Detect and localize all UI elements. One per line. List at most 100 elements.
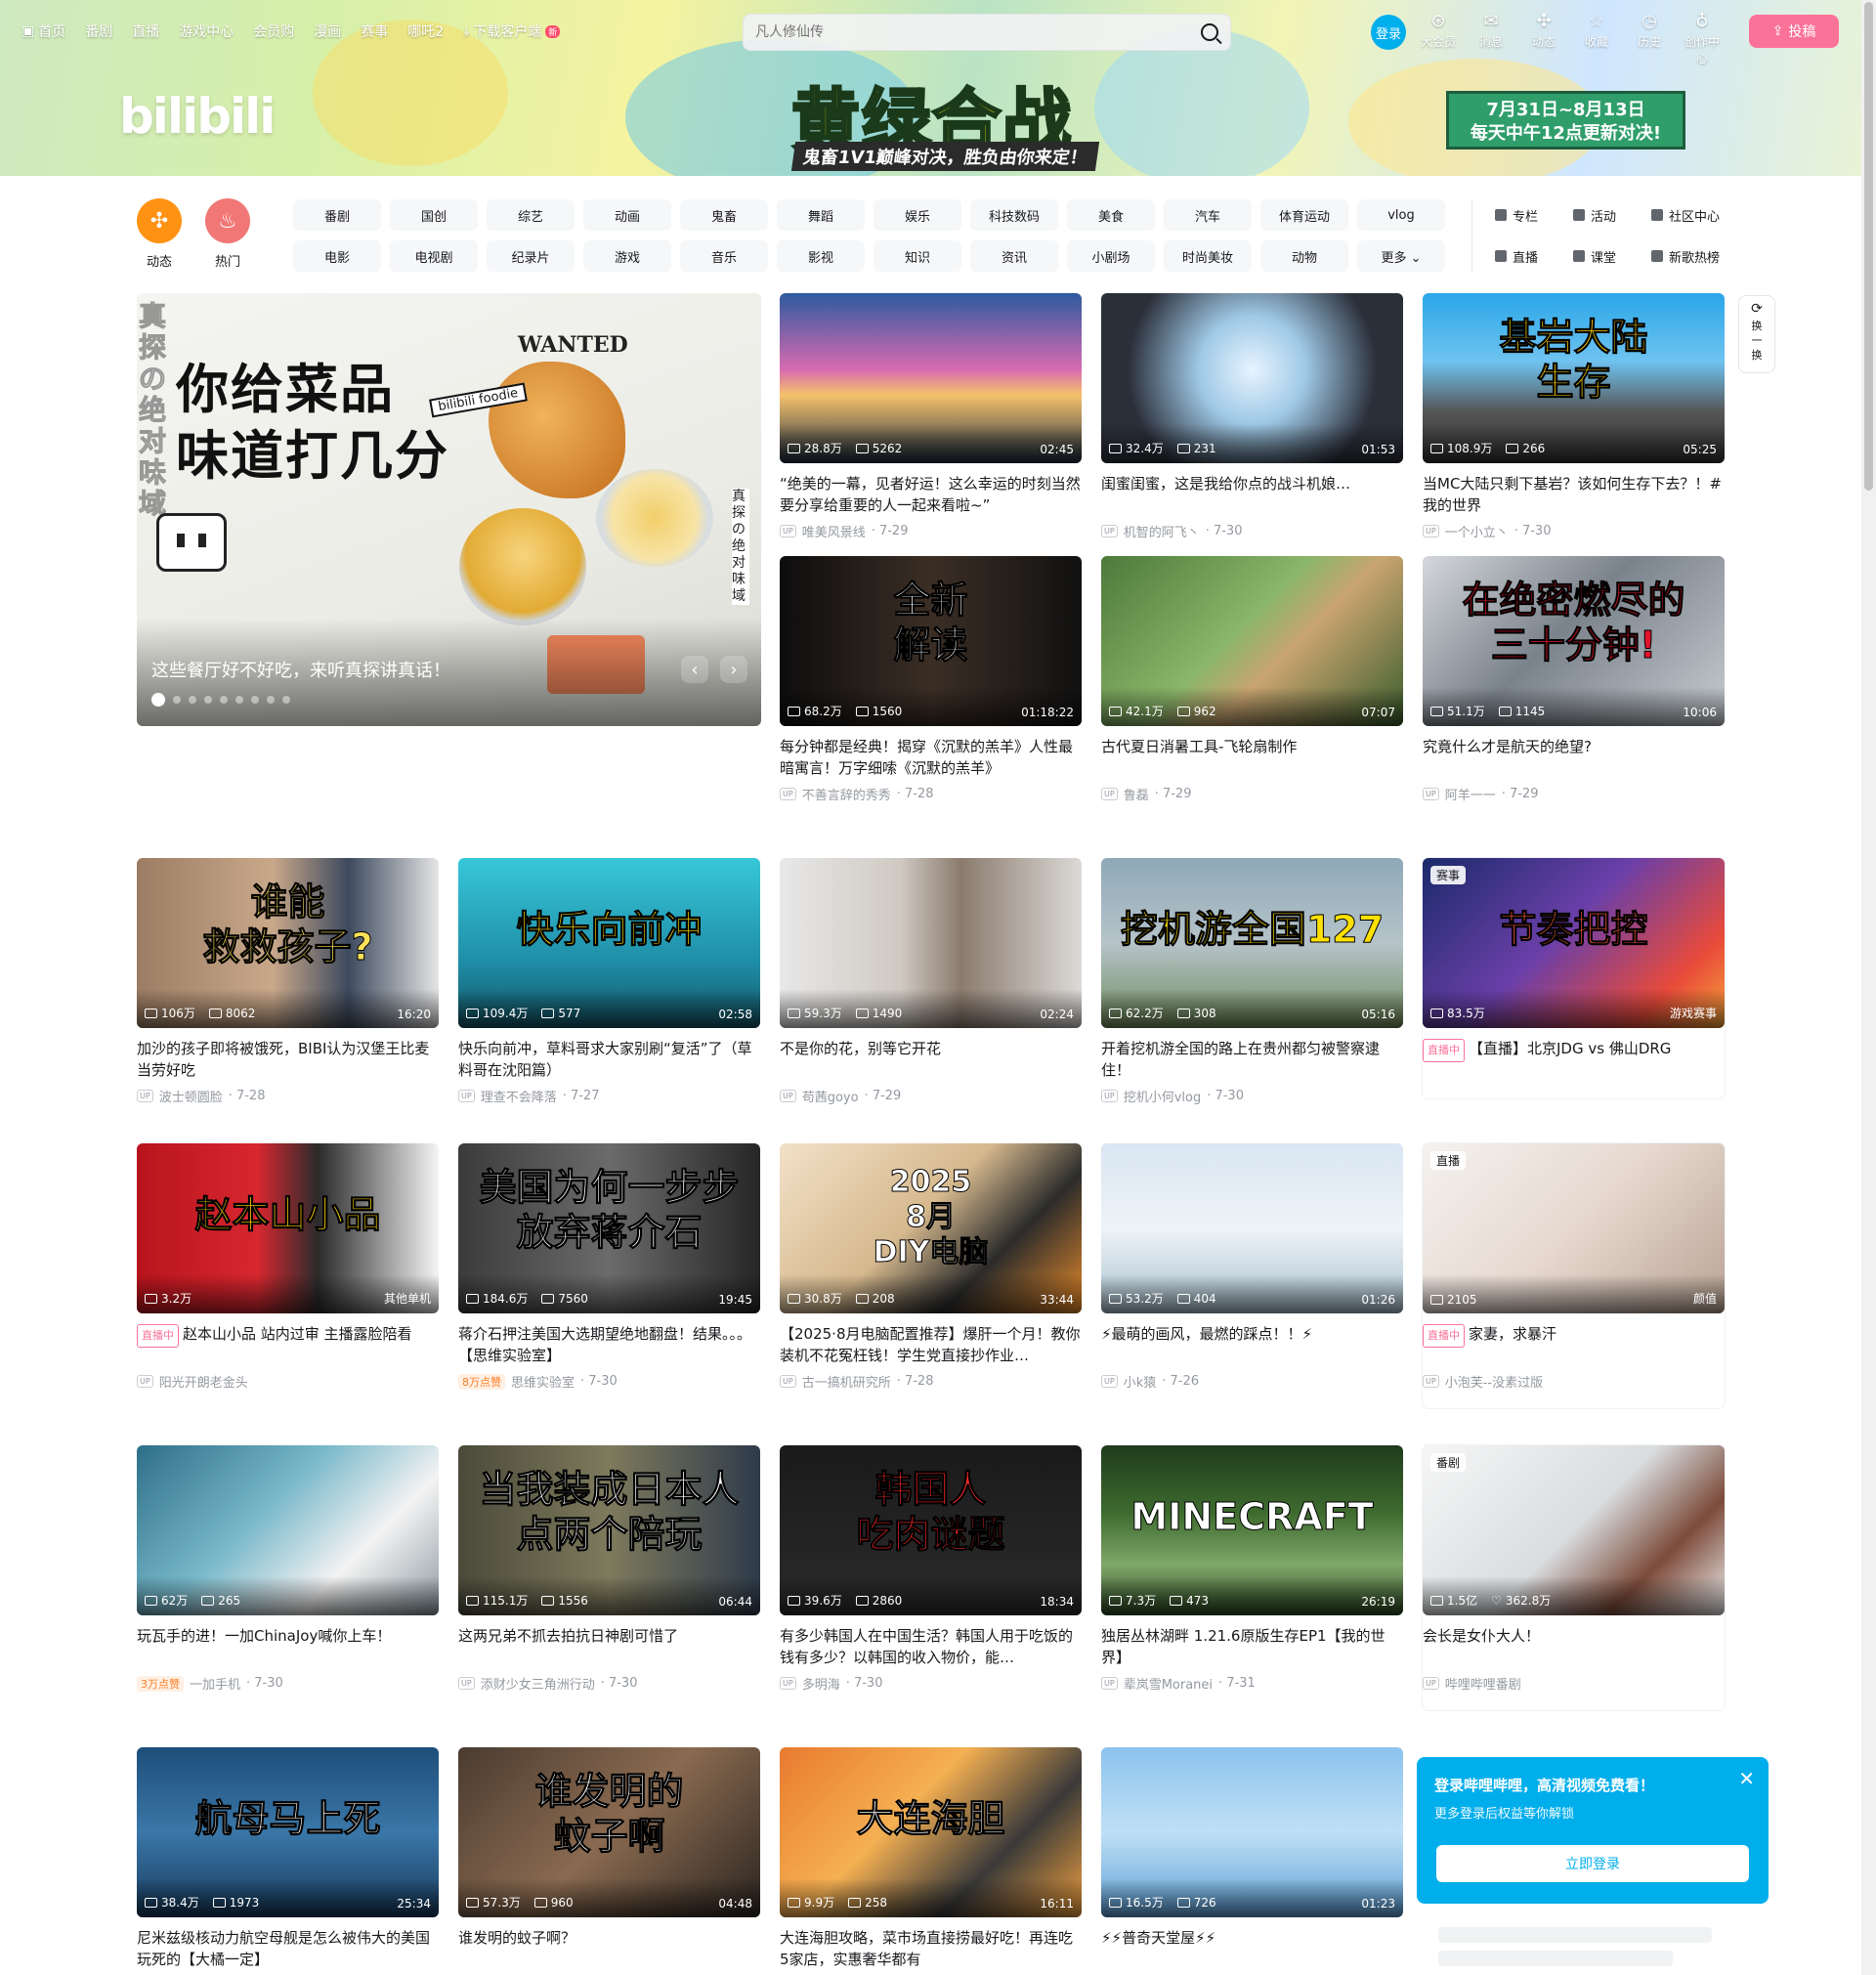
video-card[interactable]: 节奏把控 赛事 83.5万 游戏赛事直播中 【直播】北京JDG vs 佛山DRG xyxy=(1423,858,1725,1098)
uploader-name[interactable]: 机智的阿飞丶 xyxy=(1124,522,1200,540)
channel-item[interactable]: 娱乐 xyxy=(874,199,961,231)
bilibili-logo[interactable]: bilibili xyxy=(119,88,276,145)
video-thumbnail[interactable]: 2025 8月 DIY电脑 30.8万 208 33:44 xyxy=(780,1143,1082,1313)
nav-dynamic[interactable]: ✣ 动态 xyxy=(1524,12,1563,66)
channel-extra-item[interactable]: 课堂 xyxy=(1573,240,1651,272)
carousel-dot[interactable] xyxy=(282,696,290,704)
video-card[interactable]: 航母马上死 38.4万 1973 25:34 尼米兹级核动力航空母舰是怎么被伟大的美国玩… xyxy=(137,1747,439,1970)
video-card[interactable]: 当我装成日本人 点两个陪玩 115.1万 1556 06:44 这两兄弟不抓去拍抗日神剧可… xyxy=(458,1445,760,1693)
carousel-dot[interactable] xyxy=(151,693,165,707)
uploader-name[interactable]: 挖机小何vlog xyxy=(1124,1087,1202,1105)
nav-home[interactable]: ▣ 首页 xyxy=(21,21,65,41)
video-title[interactable]: 加沙的孩子即将被饿死，BIBI认为汉堡王比麦当劳好吃 xyxy=(137,1038,439,1081)
uploader-name[interactable]: 哔哩哔哩番剧 xyxy=(1445,1674,1521,1693)
channel-item[interactable]: 电影 xyxy=(293,240,381,272)
video-card[interactable]: 在绝密燃尽的 三十分钟! 51.1万 1145 10:06 究竟什么才是航天的绝望? UP 阿… xyxy=(1423,556,1725,803)
search-icon[interactable] xyxy=(1201,23,1218,41)
channel-item[interactable]: 小剧场 xyxy=(1067,240,1155,272)
uploader-name[interactable]: 多明海 xyxy=(802,1674,840,1693)
uploader-name[interactable]: 阳光开朗老金头 xyxy=(159,1372,248,1391)
scrollbar[interactable] xyxy=(1861,0,1876,1975)
uploader-name[interactable]: 理查不会降落 xyxy=(481,1087,557,1105)
video-title[interactable]: 玩瓦手的进！一加ChinaJoy喊你上车！ xyxy=(137,1625,439,1668)
video-thumbnail[interactable]: 航母马上死 38.4万 1973 25:34 xyxy=(137,1747,439,1917)
video-card[interactable]: 62万 265 玩瓦手的进！一加ChinaJoy喊你上车！ 3万点赞 一加手机 · 7-3… xyxy=(137,1445,439,1693)
video-title[interactable]: 直播中 【直播】北京JDG vs 佛山DRG xyxy=(1423,1038,1725,1081)
channel-item[interactable]: 动画 xyxy=(583,199,671,231)
video-card[interactable]: 挖机游全国127 62.2万 308 05:16 开着挖机游全国的路上在贵州都匀被警察逮… xyxy=(1101,858,1403,1105)
uploader-name[interactable]: 苟茜goyo xyxy=(802,1087,859,1105)
video-card[interactable]: 2025 8月 DIY电脑 30.8万 208 33:44 【2025·8月电脑配置推荐】爆… xyxy=(780,1143,1082,1391)
video-title[interactable]: 有多少韩国人在中国生活？韩国人用于吃饭的钱有多少？以韩国的收入物价，能… xyxy=(780,1625,1082,1668)
channel-item[interactable]: 体育运动 xyxy=(1260,199,1348,231)
video-card[interactable]: 番剧 1.5亿 ♡ 362.8万 会长是女仆大人！ UP 哔哩哔哩番剧 xyxy=(1423,1445,1725,1710)
video-title[interactable]: 每分钟都是经典！揭穿《沉默的羔羊》人性最暗寓言！万字细嗦《沉默的羔羊》 xyxy=(780,736,1082,779)
nav-favorite[interactable]: ☆ 收藏 xyxy=(1577,12,1616,66)
video-title[interactable]: ⚡最萌的画风，最燃的踩点！！⚡ xyxy=(1101,1323,1403,1366)
carousel-dot[interactable] xyxy=(204,696,212,704)
channel-item[interactable]: 动物 xyxy=(1260,240,1348,272)
channel-item[interactable]: 电视剧 xyxy=(390,240,478,272)
uploader-name[interactable]: 一加手机 xyxy=(190,1674,240,1693)
channel-item[interactable]: 时尚美妆 xyxy=(1164,240,1252,272)
video-thumbnail[interactable]: 节奏把控 赛事 83.5万 游戏赛事 xyxy=(1423,858,1725,1028)
video-thumbnail[interactable]: 在绝密燃尽的 三十分钟! 51.1万 1145 10:06 xyxy=(1423,556,1725,726)
nav-live[interactable]: 直播 xyxy=(132,21,159,41)
video-title[interactable]: 谁发明的蚊子啊？ xyxy=(458,1927,760,1970)
video-title[interactable]: 这两兄弟不抓去拍抗日神剧可惜了 xyxy=(458,1625,760,1668)
video-title[interactable]: 开着挖机游全国的路上在贵州都匀被警察逮住！ xyxy=(1101,1038,1403,1081)
nav-message[interactable]: ✉ 消息 xyxy=(1471,12,1511,66)
video-title[interactable]: “绝美的一幕，见者好运！这么幸运的时刻当然要分享给重要的人一起来看啦~” xyxy=(780,473,1082,516)
channel-dynamic[interactable]: ✣ 动态 xyxy=(137,198,182,270)
video-card[interactable]: 直播 2105 颜值 直播中 家妻，求暴汗 UP 小泡芙--没素过版 xyxy=(1423,1143,1725,1408)
nav-game-center[interactable]: 游戏中心 xyxy=(179,21,234,41)
channel-item[interactable]: 鬼畜 xyxy=(680,199,768,231)
video-title[interactable]: 会长是女仆大人！ xyxy=(1423,1625,1725,1668)
upload-button[interactable]: ⇪ 投稿 xyxy=(1749,15,1839,48)
carousel-dot[interactable] xyxy=(173,696,181,704)
video-title[interactable]: ⚡⚡普奇天堂屋⚡⚡ xyxy=(1101,1927,1403,1970)
uploader-name[interactable]: 唯美风景线 xyxy=(802,522,866,540)
carousel-dot[interactable] xyxy=(220,696,228,704)
channel-item[interactable]: 资讯 xyxy=(970,240,1058,272)
video-thumbnail[interactable]: 基岩大陆 生存 108.9万 266 05:25 xyxy=(1423,293,1725,463)
video-card[interactable]: 59.3万 1490 02:24 不是你的花，别等它开花 UP 苟茜goyo · 7-29 xyxy=(780,858,1082,1105)
video-thumbnail[interactable]: MINECRAFT 7.3万 473 26:19 xyxy=(1101,1445,1403,1615)
channel-item[interactable]: 科技数码 xyxy=(970,199,1058,231)
channel-item[interactable]: 综艺 xyxy=(487,199,575,231)
video-card[interactable]: MINECRAFT 7.3万 473 26:19 独居丛林湖畔 1.21.6原版生存EP… xyxy=(1101,1445,1403,1693)
video-card[interactable]: 赵本山小品 3.2万 其他单机 直播中 赵本山小品 站内过审 主播露脸陪看 UP 阳光开朗老… xyxy=(137,1143,439,1391)
channel-item[interactable]: 纪录片 xyxy=(487,240,575,272)
video-card[interactable]: 53.2万 404 01:26 ⚡最萌的画风，最燃的踩点！！⚡ UP 小k猿 · 7-26 xyxy=(1101,1143,1403,1391)
uploader-name[interactable]: 思维实验室 xyxy=(511,1372,575,1391)
channel-extra-item[interactable]: 直播 xyxy=(1495,240,1573,272)
video-thumbnail[interactable]: 韩国人 吃肉谜题 39.6万 2860 18:34 xyxy=(780,1445,1082,1615)
video-thumbnail[interactable]: 62万 265 xyxy=(137,1445,439,1615)
video-card[interactable]: 大连海胆 9.9万 258 16:11 大连海胆攻略，菜市场直接捞最好吃！再连吃5家店，… xyxy=(780,1747,1082,1970)
channel-item[interactable]: 汽车 xyxy=(1164,199,1252,231)
video-title[interactable]: 究竟什么才是航天的绝望? xyxy=(1423,736,1725,779)
nav-manga[interactable]: 漫画 xyxy=(314,21,341,41)
video-thumbnail[interactable]: 全新 解读 68.2万 1560 01:18:22 xyxy=(780,556,1082,726)
video-thumbnail[interactable]: 32.4万 231 01:53 xyxy=(1101,293,1403,463)
video-card[interactable]: 42.1万 962 07:07 古代夏日消暑工具-飞轮扇制作 UP 鲁磊 · 7-29 xyxy=(1101,556,1403,803)
carousel-next-button[interactable]: › xyxy=(720,656,747,683)
uploader-name[interactable]: 小k猿 xyxy=(1124,1372,1157,1391)
channel-item[interactable]: 更多 ⌄ xyxy=(1357,240,1445,272)
video-title[interactable]: 大连海胆攻略，菜市场直接捞最好吃！再连吃5家店，实惠奢华都有 xyxy=(780,1927,1082,1970)
nav-nezha[interactable]: 哪吒2 xyxy=(407,21,444,41)
carousel-dot[interactable] xyxy=(235,696,243,704)
video-thumbnail[interactable]: 大连海胆 9.9万 258 16:11 xyxy=(780,1747,1082,1917)
video-title[interactable]: 闺蜜闺蜜，这是我给你点的战斗机娘… xyxy=(1101,473,1403,516)
video-card[interactable]: 全新 解读 68.2万 1560 01:18:22 每分钟都是经典！揭穿《沉默的羔羊》人性… xyxy=(780,556,1082,803)
uploader-name[interactable]: 辈岚雪Moranei xyxy=(1124,1674,1213,1693)
video-thumbnail[interactable]: 直播 2105 颜值 xyxy=(1423,1143,1725,1313)
video-card[interactable]: 16.5万 726 01:23 ⚡⚡普奇天堂屋⚡⚡ xyxy=(1101,1747,1403,1970)
search-bar[interactable] xyxy=(743,14,1231,51)
video-title[interactable]: 当MC大陆只剩下基岩？该如何生存下去？！#我的世界 xyxy=(1423,473,1725,516)
uploader-name[interactable]: 一个小立丶 xyxy=(1445,522,1509,540)
close-icon[interactable]: ✕ xyxy=(1738,1767,1755,1790)
uploader-name[interactable]: 阿羊一一 xyxy=(1445,785,1496,803)
channel-extra-item[interactable]: 活动 xyxy=(1573,199,1651,231)
video-thumbnail[interactable]: 28.8万 5262 02:45 xyxy=(780,293,1082,463)
